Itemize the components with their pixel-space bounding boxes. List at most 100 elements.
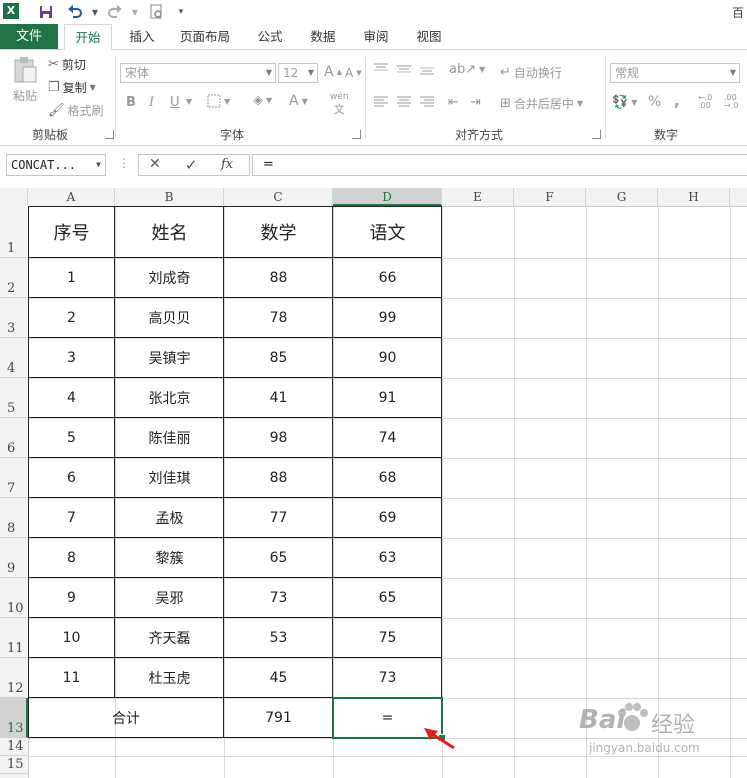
percent-button[interactable]: % [648,94,661,110]
redo-dropdown-icon[interactable]: ▼ [126,3,144,21]
table-cell[interactable]: 41 [224,378,333,418]
table-cell[interactable]: 68 [333,458,442,498]
column-header-c[interactable]: C [224,188,333,206]
table-cell[interactable]: 陈佳丽 [115,418,224,458]
increase-font-button[interactable]: A ▲ [324,64,342,80]
clipboard-launcher-icon[interactable] [105,130,114,139]
tab-home[interactable]: 开始 [64,24,112,50]
italic-button[interactable]: I [149,95,154,110]
table-cell[interactable]: 4 [28,378,115,418]
comma-button[interactable]: , [674,92,680,110]
align-top-button[interactable] [373,62,389,76]
row-header[interactable]: 4 [0,338,28,378]
copy-button[interactable]: ❐ 复制 ▼ [48,79,96,96]
table-cell[interactable]: 99 [333,298,442,338]
header-cell-math[interactable]: 数学 [224,206,333,258]
table-cell[interactable]: 3 [28,338,115,378]
table-cell[interactable]: 刘成奇 [115,258,224,298]
table-cell[interactable]: 高贝贝 [115,298,224,338]
table-cell[interactable]: 78 [224,298,333,338]
table-cell[interactable]: 张北京 [115,378,224,418]
column-header-f[interactable]: F [514,188,586,206]
font-name-combo[interactable]: 宋体 ▼ [120,63,276,83]
tab-view[interactable]: 视图 [409,24,449,49]
select-all-corner[interactable] [0,188,28,206]
table-cell[interactable]: 75 [333,618,442,658]
borders-button[interactable]: ▼ [207,94,230,108]
font-size-combo[interactable]: 12 ▼ [278,63,318,83]
tab-page-layout[interactable]: 页面布局 [172,24,238,49]
column-header-d[interactable]: D [333,188,442,206]
table-cell[interactable]: 9 [28,578,115,618]
print-preview-icon[interactable] [148,3,166,21]
fill-color-button[interactable]: ◈ ▼ [253,93,272,108]
row-header[interactable]: 3 [0,298,28,338]
table-cell[interactable]: 88 [224,458,333,498]
enter-icon[interactable]: ✓ [185,156,198,174]
table-cell[interactable]: 11 [28,658,115,698]
row-header[interactable]: 6 [0,418,28,458]
row-header[interactable]: 15 [0,756,28,774]
table-cell[interactable]: 1 [28,258,115,298]
table-cell[interactable]: 5 [28,418,115,458]
table-cell[interactable]: 90 [333,338,442,378]
decrease-font-button[interactable]: A ▼ [345,66,362,80]
table-cell[interactable]: 53 [224,618,333,658]
underline-button[interactable]: U [170,95,180,110]
tab-file[interactable]: 文件 [0,24,58,49]
align-middle-button[interactable] [396,62,412,76]
column-header-e[interactable]: E [442,188,514,206]
total-math-cell[interactable]: 791 [224,698,333,738]
row-header[interactable]: 14 [0,738,28,756]
header-cell-chinese[interactable]: 语文 [333,206,442,258]
merge-center-button[interactable]: ⊞ 合并后居中 ▼ [500,95,583,112]
align-center-button[interactable] [396,95,412,109]
decrease-indent-button[interactable]: ⇤ [448,95,459,110]
insert-function-icon[interactable]: fx [221,157,233,172]
tab-insert[interactable]: 插入 [122,24,162,49]
align-left-button[interactable] [373,95,389,109]
alignment-launcher-icon[interactable] [592,130,601,139]
tab-formulas[interactable]: 公式 [250,24,290,49]
save-icon[interactable] [37,3,55,21]
tab-review[interactable]: 审阅 [356,24,396,49]
column-header-g[interactable]: G [586,188,658,206]
customize-toolbar-icon[interactable]: ▾ [172,3,190,21]
table-cell[interactable]: 刘佳琪 [115,458,224,498]
table-cell[interactable]: 63 [333,538,442,578]
table-cell[interactable]: 85 [224,338,333,378]
column-header-h[interactable]: H [658,188,730,206]
cancel-icon[interactable]: ✕ [149,156,161,172]
table-cell[interactable]: 65 [333,578,442,618]
underline-dropdown-icon[interactable]: ▼ [186,97,192,106]
column-header-a[interactable]: A [28,188,115,206]
font-launcher-icon[interactable] [352,130,361,139]
table-cell[interactable]: 10 [28,618,115,658]
table-cell[interactable]: 45 [224,658,333,698]
table-cell[interactable]: 齐天磊 [115,618,224,658]
header-cell-name[interactable]: 姓名 [115,206,224,258]
bold-button[interactable]: B [126,95,136,110]
header-cell-index[interactable]: 序号 [28,206,115,258]
row-header[interactable]: 2 [0,258,28,298]
cut-button[interactable]: ✂ 剪切 [48,56,86,73]
paste-button[interactable]: 粘贴 [8,56,42,104]
table-cell[interactable]: 吴镇宇 [115,338,224,378]
table-cell[interactable]: 孟极 [115,498,224,538]
table-cell[interactable]: 73 [224,578,333,618]
align-bottom-button[interactable] [419,62,435,76]
align-right-button[interactable] [419,95,435,109]
orientation-button[interactable]: ab↗ ▼ [449,62,485,77]
accounting-format-button[interactable]: 💱 ▼ [612,95,637,110]
name-box[interactable]: CONCAT... ▼ [6,154,106,176]
table-cell[interactable]: 98 [224,418,333,458]
row-header[interactable]: 1 [0,206,28,258]
column-header-b[interactable]: B [115,188,224,206]
number-format-combo[interactable]: 常规 ▼ [610,63,740,83]
table-cell[interactable]: 77 [224,498,333,538]
row-header[interactable]: 8 [0,498,28,538]
formula-input[interactable]: = [252,154,747,176]
row-header-selected[interactable]: 13 [0,698,28,738]
undo-dropdown-icon[interactable]: ▼ [86,3,104,21]
table-cell[interactable]: 74 [333,418,442,458]
